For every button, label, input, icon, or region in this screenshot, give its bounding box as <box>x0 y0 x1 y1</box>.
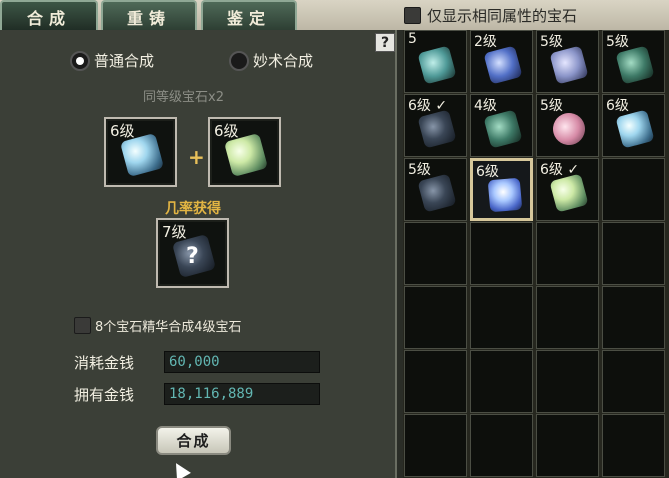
cost-value: 60,000 <box>164 351 320 373</box>
slot-level: 6级 <box>606 98 629 114</box>
owned-money-label: 拥有金钱 <box>74 386 135 404</box>
mode-advanced-label: 妙术合成 <box>253 52 314 70</box>
radio-selected-icon[interactable] <box>70 50 90 71</box>
glow-gem-icon <box>487 177 523 213</box>
inventory-slot[interactable] <box>602 350 665 413</box>
inventory-slot[interactable] <box>404 414 467 477</box>
blue-gem-icon <box>483 45 523 85</box>
inventory-slot[interactable] <box>536 414 599 477</box>
inventory-slot[interactable] <box>404 222 467 285</box>
slot-level: 5级 <box>408 162 431 178</box>
jade-gem-icon <box>549 173 589 213</box>
inventory-slot[interactable]: 5级 <box>536 94 599 157</box>
inventory-slot[interactable]: 6级 ✓ <box>536 158 599 221</box>
jade-gem-icon <box>223 132 269 178</box>
inventory-slot[interactable] <box>470 414 533 477</box>
cost-label: 消耗金钱 <box>74 354 135 372</box>
inventory-slot[interactable] <box>602 158 665 221</box>
slot-level: 6级 <box>110 122 135 140</box>
slot-level: 5级 <box>540 34 563 50</box>
inventory-slot[interactable] <box>404 350 467 413</box>
inventory-slot[interactable] <box>536 350 599 413</box>
input-slot-1[interactable]: 6级 <box>104 117 177 187</box>
inventory-slot[interactable]: 5级 <box>602 30 665 93</box>
inventory-slot[interactable] <box>536 222 599 285</box>
inventory-slot[interactable]: 6级 ✓ <box>404 94 467 157</box>
result-slot: 7级 ? <box>156 218 229 288</box>
inventory-slot[interactable] <box>602 286 665 349</box>
inventory-slot[interactable] <box>470 350 533 413</box>
inventory-slot[interactable]: 2级 <box>470 30 533 93</box>
inventory-slot[interactable] <box>602 222 665 285</box>
essence-option[interactable]: 8个宝石精华合成4级宝石 <box>74 316 242 335</box>
same-level-hint: 同等级宝石x2 <box>143 90 224 105</box>
slot-level: 5级 <box>606 34 629 50</box>
slot-level: 6级 <box>476 164 499 180</box>
inventory-slot[interactable]: 5级 <box>536 30 599 93</box>
lav-gem-icon <box>549 45 589 85</box>
ice-gem-icon <box>615 109 655 149</box>
slot-level: 2级 <box>474 34 497 50</box>
plus-icon: + <box>188 145 205 169</box>
crystal-gem-icon <box>417 45 457 85</box>
inventory-slot[interactable]: 5 <box>404 30 467 93</box>
mode-normal-option[interactable]: 普通合成 <box>70 50 154 71</box>
essence-label: 8个宝石精华合成4级宝石 <box>95 320 242 335</box>
green-gem-icon <box>483 109 523 149</box>
help-icon[interactable]: ? <box>375 33 395 52</box>
mode-advanced-option[interactable]: 妙术合成 <box>229 50 313 71</box>
owned-money-value: 18,116,889 <box>164 383 320 405</box>
inventory-slot[interactable]: 4级 <box>470 94 533 157</box>
slot-level: 4级 <box>474 98 497 114</box>
chance-label: 几率获得 <box>165 201 221 217</box>
gem-synthesis-window: 合成 重铸 鉴定 仅显示相同属性的宝石 ? 普通合成 妙术合成 同等级宝石x2 … <box>0 0 669 478</box>
inventory-slot[interactable] <box>470 286 533 349</box>
essence-checkbox[interactable] <box>74 317 91 334</box>
slot-level: 5级 <box>540 98 563 114</box>
filter-checkbox[interactable] <box>404 6 421 24</box>
pink-gem-icon <box>549 109 589 149</box>
tab-reforge[interactable]: 重铸 <box>101 0 197 31</box>
slot-level: 5 <box>408 31 417 47</box>
gem-inventory-grid: 5 2级 5级 5级 6级 ✓ 4级 5级 6级 5级 6级 6级 ✓ <box>403 30 669 478</box>
inventory-slot[interactable] <box>602 414 665 477</box>
tab-synthesize[interactable]: 合成 <box>0 0 98 31</box>
craft-button[interactable]: 合成 <box>156 426 231 455</box>
question-mark-icon: ? <box>186 244 199 269</box>
inventory-slot[interactable]: 5级 <box>404 158 467 221</box>
ice-gem-icon <box>119 132 165 178</box>
tab-identify[interactable]: 鉴定 <box>201 0 297 31</box>
green-gem-icon <box>615 45 655 85</box>
filter-label: 仅显示相同属性的宝石 <box>427 6 578 25</box>
radio-unselected-icon[interactable] <box>229 50 249 71</box>
inventory-slot[interactable] <box>536 286 599 349</box>
inventory-slot[interactable]: 6级 <box>470 158 533 221</box>
dark-gem-icon <box>417 173 457 213</box>
inventory-slot[interactable] <box>470 222 533 285</box>
dark-gem-icon <box>417 109 457 149</box>
inventory-slot[interactable]: 6级 <box>602 94 665 157</box>
mode-normal-label: 普通合成 <box>94 52 155 70</box>
result-level: 7级 <box>162 223 187 241</box>
input-slot-2[interactable]: 6级 <box>208 117 281 187</box>
same-attribute-filter[interactable]: 仅显示相同属性的宝石 <box>404 5 577 25</box>
slot-level: 6级 <box>214 122 239 140</box>
inventory-slot[interactable] <box>404 286 467 349</box>
